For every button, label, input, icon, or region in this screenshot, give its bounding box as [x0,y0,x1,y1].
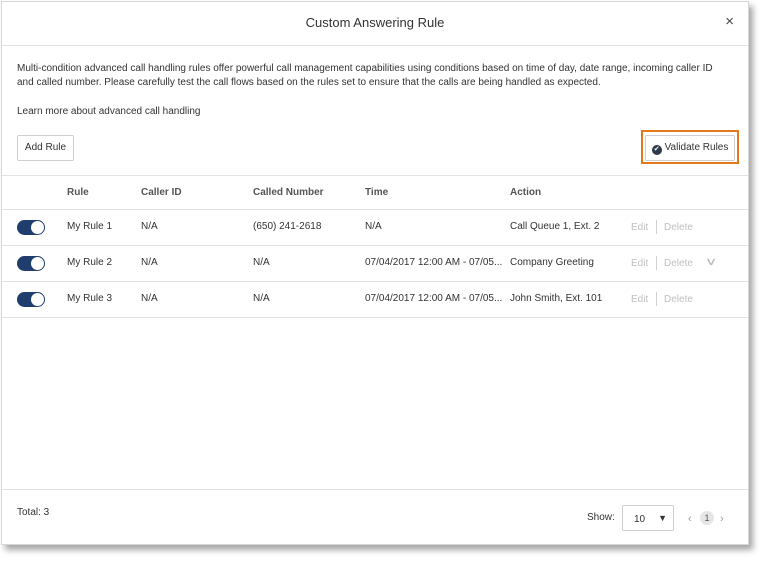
current-page[interactable]: 1 [700,511,714,525]
next-page-icon[interactable]: › [720,513,724,525]
caller-id-value: N/A [141,257,158,268]
toggle-knob [31,293,44,306]
col-action[interactable]: Action [510,187,541,198]
delete-link[interactable]: Delete [664,258,693,269]
edit-link[interactable]: Edit [631,294,648,305]
edit-link[interactable]: Edit [631,258,648,269]
time-value: 07/04/2017 12:00 AM - 07/05... [365,293,503,304]
caller-id-value: N/A [141,221,158,232]
time-value: N/A [365,221,382,232]
dialog-title: Custom Answering Rule [305,15,445,30]
validate-rules-label: Validate Rules [664,142,729,153]
table-row: My Rule 3 N/A N/A 07/04/2017 12:00 AM - … [2,282,748,318]
page-size-label: Show: [587,512,615,523]
delete-link[interactable]: Delete [664,222,693,233]
validate-rules-button[interactable]: ✔ Validate Rules [645,135,735,161]
table-header: Rule Caller ID Called Number Time Action [2,175,748,210]
total-count: Total: 3 [17,507,50,518]
custom-answering-rule-dialog: Custom Answering Rule × Multi-condition … [1,1,749,545]
action-value: Call Queue 1, Ext. 2 [510,221,600,232]
add-rule-button[interactable]: Add Rule [17,135,74,161]
close-icon[interactable]: × [725,12,734,32]
action-value: John Smith, Ext. 101 [510,293,603,304]
col-time[interactable]: Time [365,187,388,198]
toggle-knob [31,257,44,270]
rule-enabled-toggle[interactable] [17,256,45,271]
check-circle-icon: ✔ [651,145,662,155]
chevron-down-icon[interactable]: ∨ [705,255,718,268]
rule-name: My Rule 2 [67,257,113,268]
rule-enabled-toggle[interactable] [17,292,45,307]
dialog-header: Custom Answering Rule × [2,2,748,46]
table-row: My Rule 2 N/A N/A 07/04/2017 12:00 AM - … [2,246,748,282]
action-divider [656,220,657,234]
edit-link[interactable]: Edit [631,222,648,233]
col-called-number[interactable]: Called Number [253,187,324,198]
action-divider [656,256,657,270]
table-row: My Rule 1 N/A (650) 241-2618 N/A Call Qu… [2,210,748,246]
called-number-value: N/A [253,257,270,268]
time-value: 07/04/2017 12:00 AM - 07/05... [365,257,503,268]
delete-link[interactable]: Delete [664,294,693,305]
rule-name: My Rule 3 [67,293,113,304]
description-text: Multi-condition advanced call handling r… [17,63,713,88]
caller-id-value: N/A [141,293,158,304]
toggle-knob [31,221,44,234]
called-number-value: N/A [253,293,270,304]
caret-down-icon: ▼ [658,513,667,523]
dialog-footer: Total: 3 Show: 10 ▼ ‹ 1 › [2,489,748,546]
rule-enabled-toggle[interactable] [17,220,45,235]
prev-page-icon[interactable]: ‹ [688,513,692,525]
called-number-value: (650) 241-2618 [253,221,322,232]
col-rule[interactable]: Rule [67,187,89,198]
action-divider [656,292,657,306]
page-size-select[interactable]: 10 ▼ [622,505,674,531]
rule-name: My Rule 1 [67,221,113,232]
action-value: Company Greeting [510,257,594,268]
col-caller-id[interactable]: Caller ID [141,187,182,198]
page-size-value: 10 [634,514,646,525]
learn-more-link[interactable]: Learn more about advanced call handling [17,106,200,117]
